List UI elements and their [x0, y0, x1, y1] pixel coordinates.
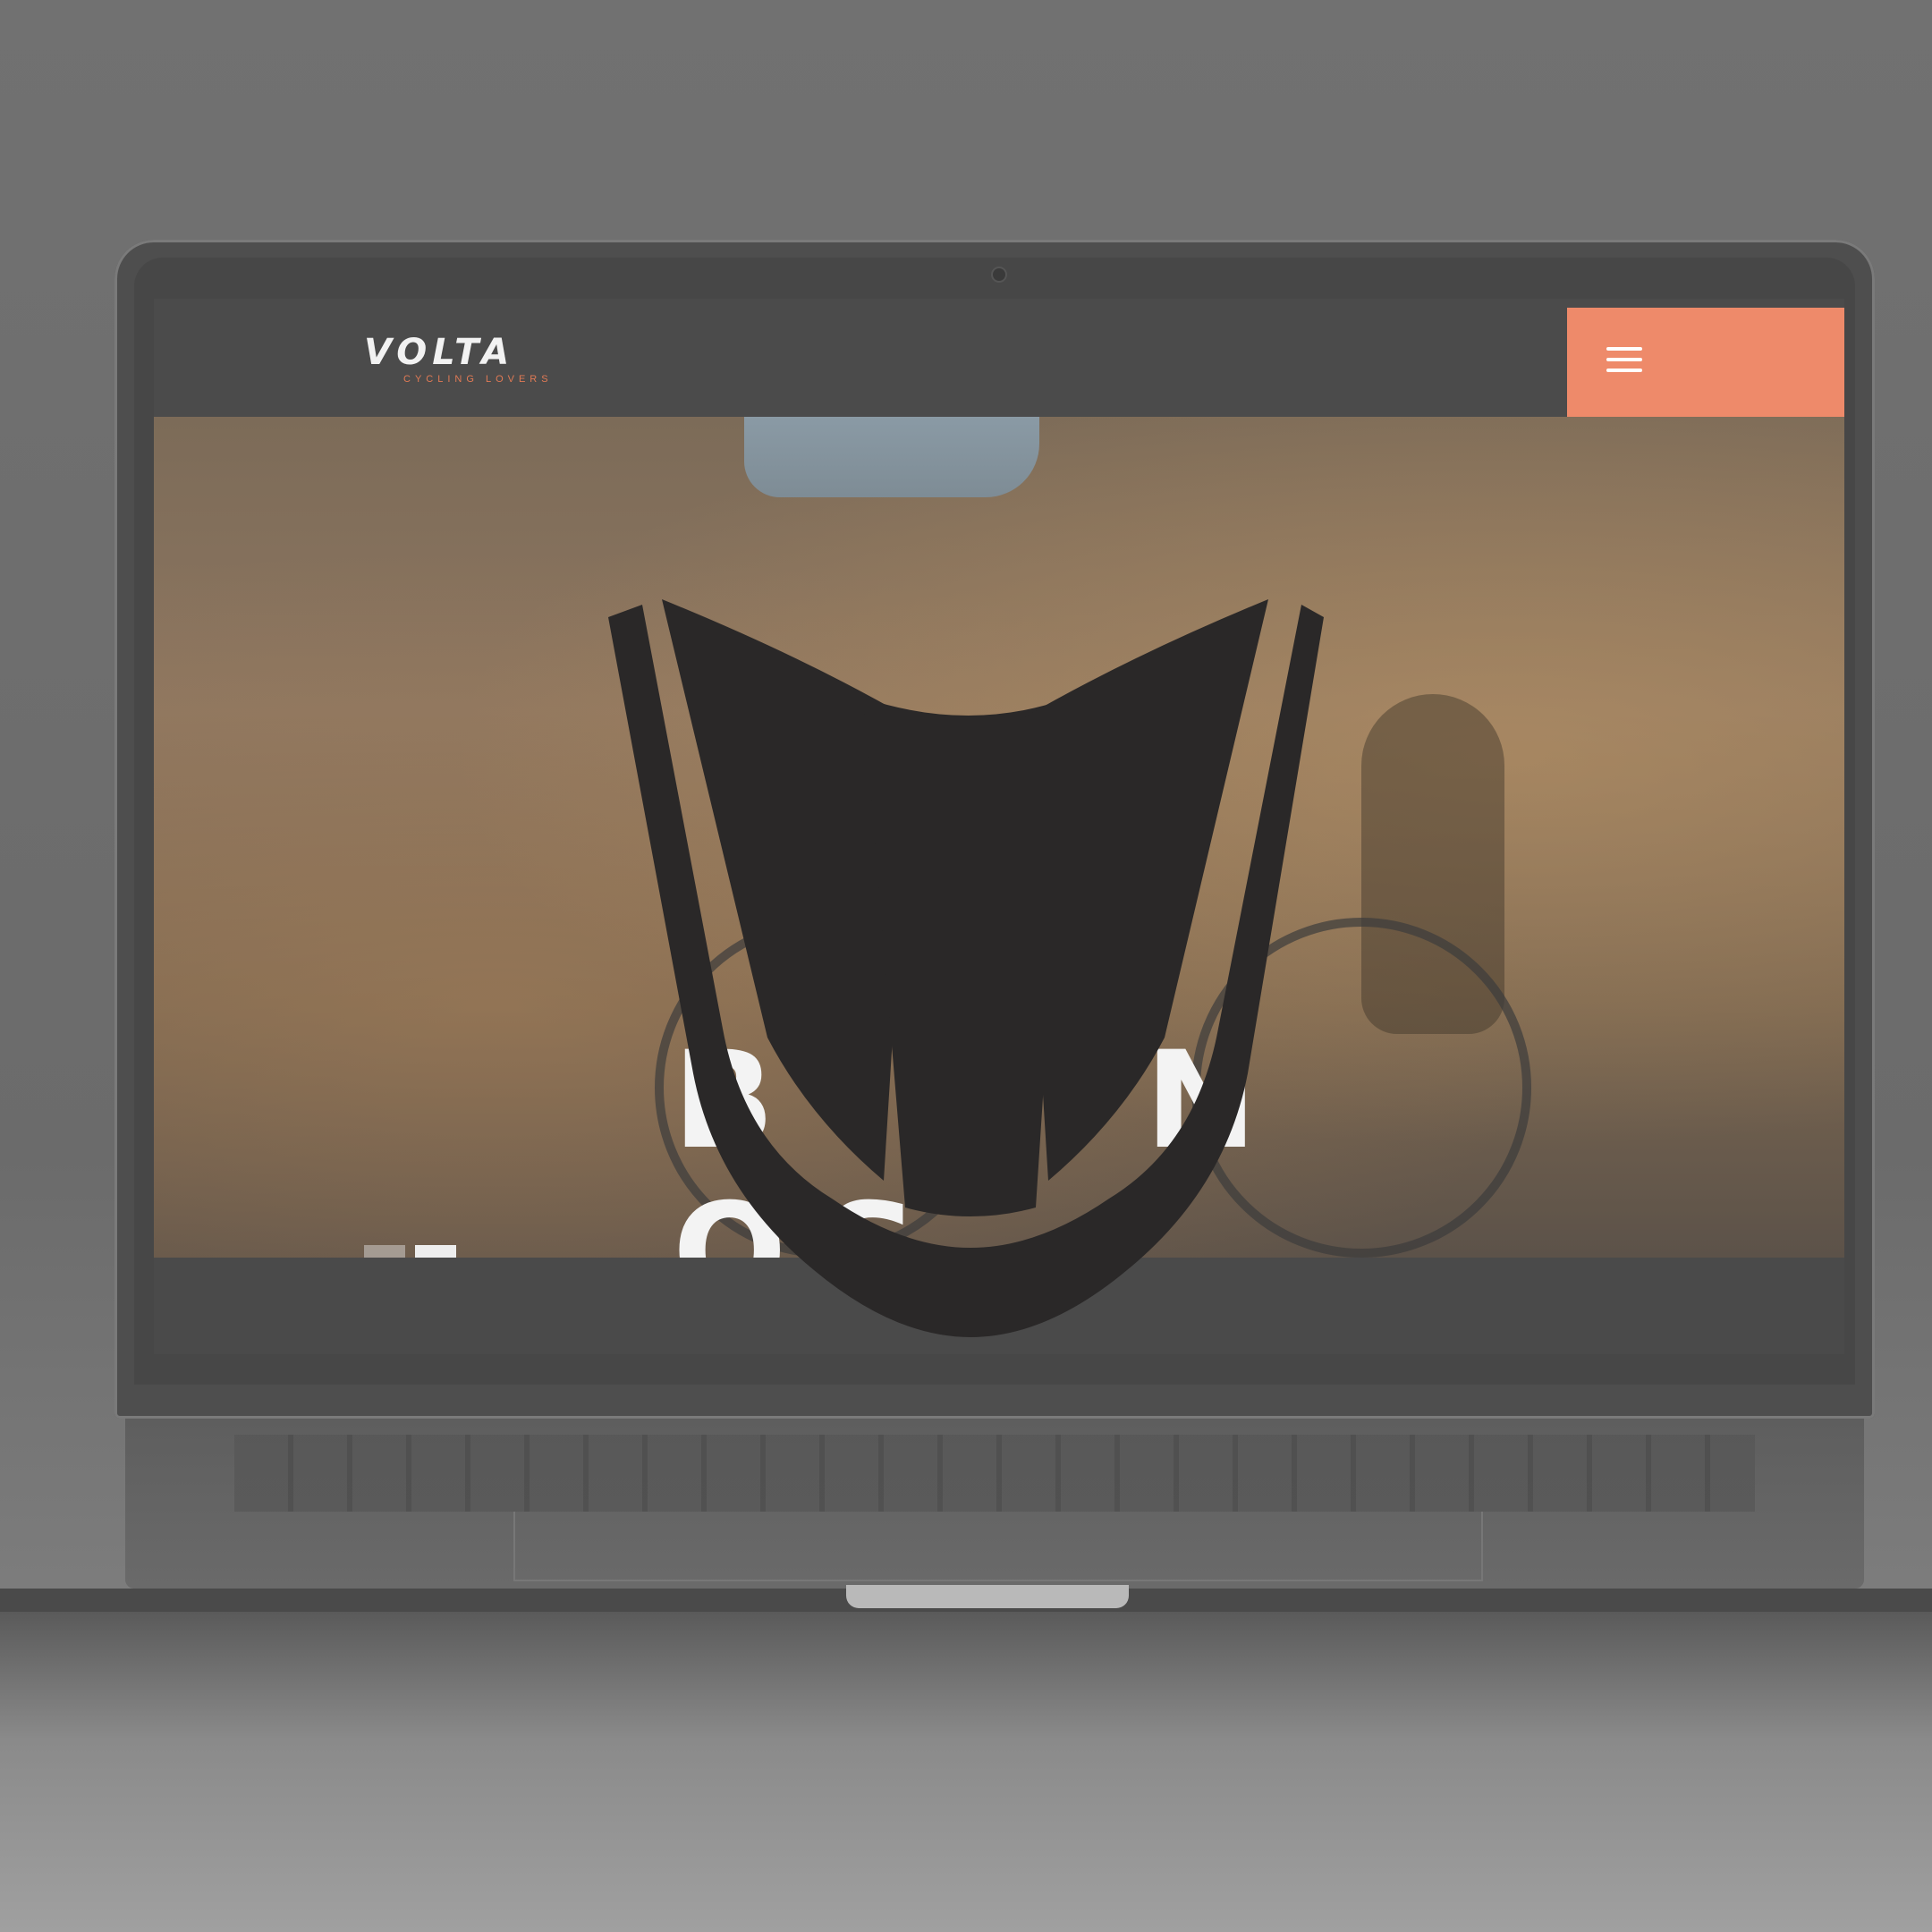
laptop-mockup-scene: VOLTA CYCLING LOVERS B M N OS ← → — [0, 0, 1932, 1932]
volta-shield-emblem-icon — [608, 599, 1324, 1337]
